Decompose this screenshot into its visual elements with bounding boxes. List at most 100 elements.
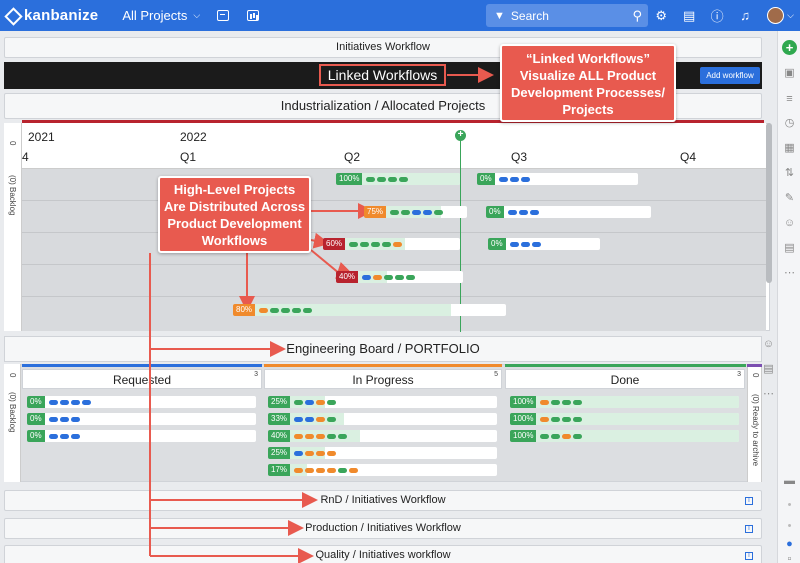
analytics-icon[interactable] — [246, 9, 260, 23]
column-in-progress[interactable]: In Progress 5 — [264, 369, 502, 389]
card-percent-badge: 100% — [510, 413, 537, 425]
expand-icon[interactable]: I — [745, 551, 753, 560]
callout-line: Product Development — [167, 216, 302, 231]
project-card[interactable]: 40% — [268, 430, 497, 442]
rnd-workflow-row[interactable]: RnD / Initiatives Workflow I — [4, 490, 762, 511]
expand-icon[interactable]: I — [745, 496, 753, 505]
filter-icon[interactable]: ▼ — [494, 10, 505, 22]
document-icon-2[interactable]: ▤ — [762, 363, 775, 376]
project-card[interactable]: 60% — [323, 238, 460, 250]
column-requested[interactable]: Requested 3 — [22, 369, 262, 389]
column-done[interactable]: Done 3 — [505, 369, 745, 389]
more-icon-2[interactable]: ⋯ — [762, 388, 775, 401]
linked-workflows-label[interactable]: Linked Workflows — [319, 64, 446, 86]
project-card[interactable]: 100% — [510, 396, 739, 408]
subtask-dot — [562, 399, 572, 405]
project-card[interactable]: 25% — [268, 447, 497, 459]
board-view-icon[interactable] — [216, 9, 230, 23]
subtask-dot — [540, 399, 550, 405]
help-icon[interactable]: ⓘ — [709, 6, 725, 25]
subtask-dot — [384, 274, 394, 280]
subtask-dot — [531, 241, 541, 247]
timeline-axis: 2021 2022 4 Q1 Q2 Q3 Q4 — [22, 123, 766, 169]
engineering-board-title[interactable]: Engineering Board / PORTFOLIO — [4, 336, 762, 362]
avatar-chevron-down-icon[interactable]: ⌵ — [787, 10, 794, 21]
lane-zero-label: 0 — [8, 141, 17, 146]
all-projects-label: All Projects — [122, 8, 188, 23]
quality-workflow-row[interactable]: Quality / Initiatives workflow I — [4, 545, 762, 563]
card-percent-badge: 17% — [268, 464, 291, 476]
callout-line: Workflows — [201, 233, 268, 248]
subtask-dot — [366, 176, 376, 182]
project-card[interactable]: 0% — [486, 206, 651, 218]
project-card[interactable]: 33% — [268, 413, 497, 425]
project-card[interactable]: 0% — [27, 396, 256, 408]
industrialization-title: Industrialization / Allocated Projects — [280, 98, 486, 113]
document-icon[interactable]: ▤ — [783, 242, 796, 255]
card-subtask-dots — [48, 399, 93, 405]
subtask-dot — [316, 416, 326, 422]
timeline-scrollbar[interactable] — [766, 123, 772, 283]
image-icon[interactable]: ▣ — [783, 67, 796, 80]
clipboard-icon[interactable]: ▤ — [681, 8, 697, 24]
note-icon[interactable]: ▫ — [783, 553, 796, 563]
picture-icon[interactable]: ▦ — [783, 142, 796, 155]
subtask-dot — [423, 209, 433, 215]
project-card[interactable]: 100% — [510, 430, 739, 442]
project-card[interactable]: 100% — [510, 413, 739, 425]
card-subtask-dots — [294, 467, 360, 473]
add-icon[interactable]: + — [782, 40, 797, 55]
user-avatar[interactable] — [767, 7, 785, 24]
project-card[interactable]: 0% — [27, 413, 256, 425]
all-projects-dropdown[interactable]: All Projects ⌵ — [122, 8, 200, 23]
sort-arrows-icon[interactable]: ⇅ — [783, 167, 796, 180]
today-marker-icon[interactable]: + — [455, 130, 466, 141]
subtask-dot — [305, 450, 315, 456]
card-subtask-dots — [362, 274, 417, 280]
quarter-label: Q3 — [511, 150, 528, 164]
project-card[interactable]: 0% — [477, 173, 638, 185]
project-card[interactable]: 0% — [488, 238, 600, 250]
filter-lines-icon[interactable]: ≡ — [783, 93, 796, 106]
subtask-dot — [562, 416, 572, 422]
subtask-dot — [327, 450, 337, 456]
card-subtask-dots — [390, 209, 445, 215]
project-card[interactable]: 25% — [268, 396, 497, 408]
subtask-dot — [377, 176, 387, 182]
subtask-dot — [327, 416, 337, 422]
subtask-dot — [294, 416, 304, 422]
project-card[interactable]: 17% — [268, 464, 497, 476]
rnd-workflow-title: RnD / Initiatives Workflow — [320, 494, 446, 506]
clock-icon[interactable]: ◷ — [783, 117, 796, 130]
quarter-label: Q1 — [180, 150, 197, 164]
callout-line: Development Processes/ — [511, 85, 665, 100]
production-workflow-row[interactable]: Production / Initiatives Workflow I — [4, 518, 762, 539]
search-input[interactable]: Search — [511, 9, 633, 23]
archive-column[interactable]: 0 (0) Ready to archive — [747, 364, 762, 482]
top-bar-actions: ⚙ ▤ ⓘ ♫ ⌵ — [641, 0, 794, 31]
add-workflow-button[interactable]: Add workflow — [700, 67, 760, 84]
project-card[interactable]: 0% — [27, 430, 256, 442]
card-percent-badge: 0% — [486, 206, 504, 218]
subtask-dot — [507, 209, 517, 215]
subtask-dot — [281, 307, 291, 313]
expand-icon[interactable]: I — [745, 524, 753, 533]
search-field[interactable]: ▼ Search ⚲ — [486, 4, 648, 27]
project-card[interactable]: 100% — [336, 173, 460, 185]
add-user-icon-2[interactable]: ☺ — [762, 338, 775, 351]
more-icon[interactable]: ⋯ — [783, 267, 796, 280]
bell-icon[interactable]: ♫ — [737, 8, 753, 23]
project-card[interactable]: 80% — [233, 304, 506, 316]
card-icon[interactable]: ▬ — [783, 475, 796, 488]
add-user-icon[interactable]: ☺ — [783, 217, 796, 230]
eng-lane-header: 0 (0) Backlog — [4, 364, 21, 482]
project-card[interactable]: 75% — [364, 206, 467, 218]
subtask-dot — [48, 416, 58, 422]
subtask-dot — [327, 433, 337, 439]
edit-icon[interactable]: ✎ — [783, 192, 796, 205]
settings-gear-icon[interactable]: ⚙ — [653, 8, 669, 24]
card-subtask-dots — [540, 399, 584, 405]
project-card[interactable]: 40% — [336, 271, 463, 283]
column-count: 3 — [254, 371, 258, 378]
kanbanize-logo[interactable]: kanbanize — [6, 7, 98, 24]
